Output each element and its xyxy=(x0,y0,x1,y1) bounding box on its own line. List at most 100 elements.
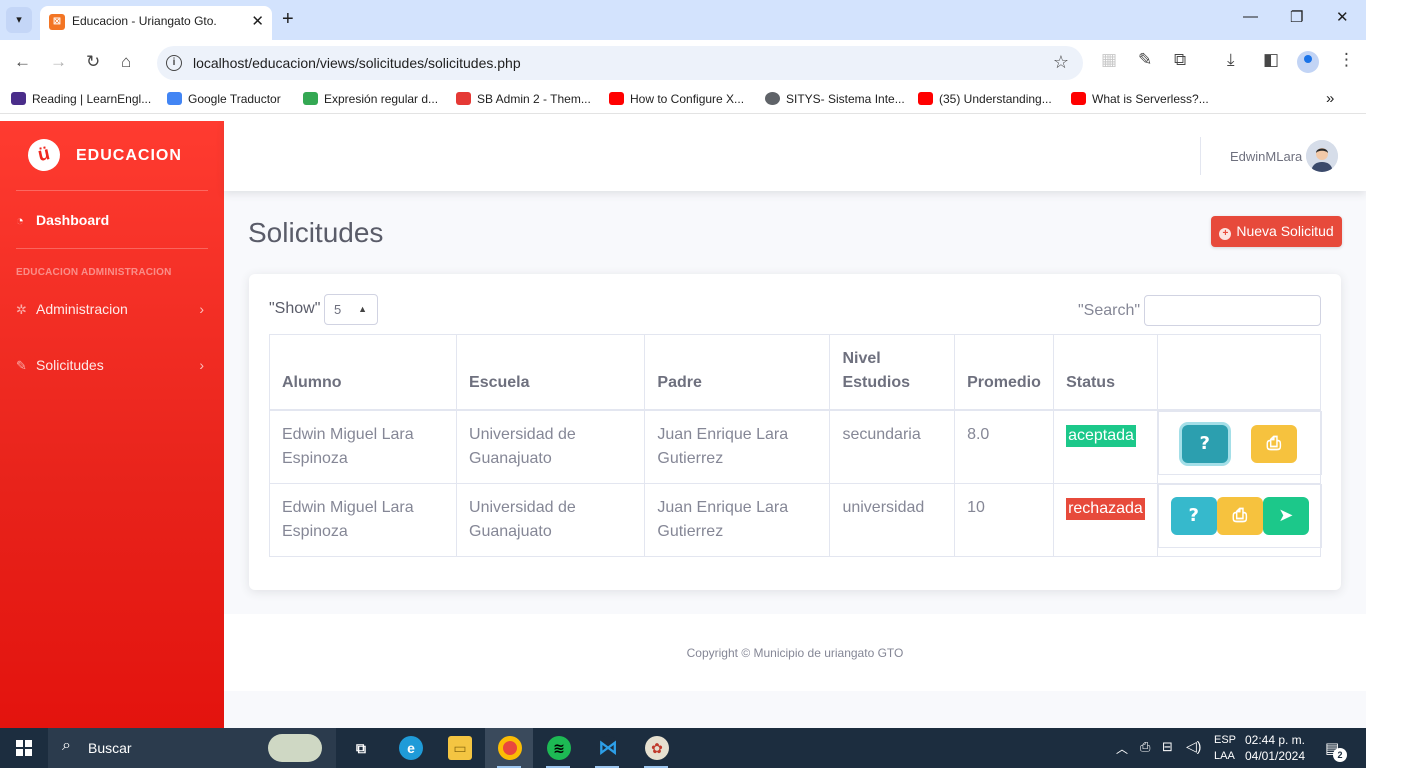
laugh-wink-icon: ü xyxy=(25,136,63,174)
button-label: Nueva Solicitud xyxy=(1236,223,1334,239)
print-button[interactable]: ⎙ xyxy=(1250,425,1297,463)
tray-chevron-up-icon[interactable]: ︿ xyxy=(1116,740,1128,768)
bookmark-item[interactable]: What is Serverless?... xyxy=(1071,92,1209,106)
topbar-divider xyxy=(1200,137,1201,175)
cell-nivel: secundaria xyxy=(829,409,956,484)
help-button[interactable]: ? xyxy=(1181,425,1228,463)
bookmark-item[interactable]: SITYS- Sistema Inte... xyxy=(765,92,905,106)
paint-taskbar-button[interactable]: ✿ xyxy=(632,728,680,768)
extension-icon[interactable]: ▦ xyxy=(1101,50,1117,70)
sidebar-item-label: Solicitudes xyxy=(36,357,104,373)
reload-icon[interactable]: ↻ xyxy=(86,52,100,72)
profile-avatar-icon[interactable] xyxy=(1297,51,1319,73)
clock-time: 02:44 p. m. xyxy=(1244,733,1306,747)
tab-search-button[interactable]: ▾ xyxy=(6,7,32,33)
help-button[interactable]: ? xyxy=(1170,497,1217,535)
chrome-taskbar-button[interactable] xyxy=(485,728,533,768)
print-button[interactable]: ⎙ xyxy=(1216,497,1263,535)
spotify-taskbar-button[interactable]: ≋ xyxy=(534,728,582,768)
sidebar-item-administracion[interactable]: ✲ Administracion › xyxy=(16,301,208,325)
close-window-button[interactable]: ✕ xyxy=(1336,8,1349,26)
task-view-button[interactable]: ⧉ xyxy=(336,728,384,768)
sidebar-item-solicitudes[interactable]: ✎ Solicitudes › xyxy=(16,357,208,381)
more-bookmarks-icon[interactable]: » xyxy=(1326,90,1334,107)
send-button[interactable]: ➤ xyxy=(1262,497,1309,535)
column-header-padre[interactable]: Padre xyxy=(644,334,831,411)
language-indicator[interactable]: ESP LAA xyxy=(1214,732,1236,768)
forward-arrow-icon[interactable]: → xyxy=(50,52,67,72)
language-code: ESP xyxy=(1214,734,1237,746)
bookmarks-bar: Reading | LearnEngl... Google Traductor … xyxy=(0,86,1366,114)
vscode-taskbar-button[interactable]: ⋈ xyxy=(583,728,631,768)
restore-button[interactable]: ❐ xyxy=(1290,8,1303,26)
gear-icon: ✲ xyxy=(16,302,27,317)
browser-window: ▾ ⊠ Educacion - Uriangato Gto. ✕ + — ❐ ✕… xyxy=(0,0,1366,728)
task-view-icon: ⧉ xyxy=(356,740,366,756)
search-highlight-image xyxy=(268,734,322,762)
network-icon[interactable]: ⊟ xyxy=(1162,739,1173,768)
solicitudes-table: Alumno Escuela Padre Nivel Estudios Prom… xyxy=(268,334,1322,557)
copyright-text: Copyright © Municipio de uriangato GTO xyxy=(686,646,904,660)
keyboard-layout: LAA xyxy=(1214,750,1235,762)
select-caret-icon: ▲ xyxy=(358,304,367,314)
minimize-button[interactable]: — xyxy=(1243,8,1258,25)
topbar: EdwinMLara xyxy=(224,121,1366,191)
bookmark-favicon-icon xyxy=(456,92,471,105)
site-info-icon[interactable]: i xyxy=(166,55,182,71)
clock[interactable]: 02:44 p. m. 04/01/2024 xyxy=(1240,732,1310,764)
download-icon[interactable]: ⤓ xyxy=(1227,50,1235,70)
extensions-puzzle-icon[interactable]: ⧉ xyxy=(1174,50,1186,70)
taskbar-search-text: Buscar xyxy=(88,740,132,756)
user-avatar[interactable] xyxy=(1306,140,1338,172)
bookmark-item[interactable]: How to Configure X... xyxy=(609,92,744,106)
bookmark-item[interactable]: (35) Understanding... xyxy=(918,92,1052,106)
bookmark-item[interactable]: SB Admin 2 - Them... xyxy=(456,92,591,106)
side-panel-icon[interactable]: ◧ xyxy=(1263,50,1279,70)
column-header-alumno[interactable]: Alumno xyxy=(268,334,458,411)
page-length-value: 5 xyxy=(334,302,342,317)
cell-actions: ? ⎙ xyxy=(1156,409,1322,484)
bookmark-favicon-icon xyxy=(303,92,318,105)
status-badge: rechazada xyxy=(1066,498,1145,520)
taskbar-search[interactable]: ⌕ Buscar xyxy=(48,728,336,768)
xampp-favicon-icon: ⊠ xyxy=(49,14,65,30)
chrome-icon xyxy=(498,736,522,760)
url-text[interactable]: localhost/educacion/views/solicitudes/so… xyxy=(193,55,521,71)
edge-taskbar-button[interactable]: e xyxy=(386,728,434,768)
youtube-icon xyxy=(918,92,933,105)
tray-device-icon[interactable]: ⎙ xyxy=(1140,739,1150,768)
sidebar-item-label: Administracion xyxy=(36,301,128,317)
cell-padre: Juan Enrique Lara Gutierrez xyxy=(644,409,831,484)
home-icon[interactable]: ⌂ xyxy=(121,52,131,72)
bookmark-item[interactable]: Reading | LearnEngl... xyxy=(11,92,151,106)
bookmark-item[interactable]: Google Traductor xyxy=(167,92,281,106)
sidebar: ü EDUCACION ◔ Dashboard EDUCACION ADMINIS… xyxy=(0,121,224,728)
close-tab-icon[interactable]: ✕ xyxy=(251,12,264,30)
menu-kebab-icon[interactable]: ⋮ xyxy=(1338,50,1355,70)
column-header-escuela[interactable]: Escuela xyxy=(456,334,646,411)
back-arrow-icon[interactable]: ← xyxy=(14,52,31,72)
volume-icon[interactable]: ◁) xyxy=(1186,738,1201,768)
windows-start-icon[interactable] xyxy=(16,740,32,756)
eyedropper-icon[interactable]: ✎ xyxy=(1138,50,1152,70)
username[interactable]: EdwinMLara xyxy=(1230,149,1302,164)
cell-actions: ? ⎙ ➤ xyxy=(1156,483,1322,557)
nueva-solicitud-button[interactable]: + Nueva Solicitud xyxy=(1211,216,1342,247)
column-header-promedio[interactable]: Promedio xyxy=(954,334,1055,411)
new-tab-button[interactable]: + xyxy=(282,7,294,31)
page-length-select[interactable]: 5 ▲ xyxy=(324,294,378,325)
edge-icon: e xyxy=(399,736,423,760)
brand-text: EDUCACION xyxy=(76,147,182,164)
explorer-taskbar-button[interactable]: ▭ xyxy=(435,728,483,768)
column-header-nivel[interactable]: Nivel Estudios xyxy=(829,334,956,411)
vscode-icon: ⋈ xyxy=(596,736,620,760)
page-viewport: ü EDUCACION ◔ Dashboard EDUCACION ADMINIS… xyxy=(0,121,1366,728)
column-header-status[interactable]: Status xyxy=(1053,334,1158,411)
browser-tab-active[interactable]: ⊠ Educacion - Uriangato Gto. ✕ xyxy=(40,6,272,40)
search-icon: ⌕ xyxy=(62,737,71,754)
sidebar-item-dashboard[interactable]: ◔ Dashboard xyxy=(16,212,208,236)
bookmark-item[interactable]: Expresión regular d... xyxy=(303,92,438,106)
bookmark-star-icon[interactable]: ☆ xyxy=(1053,52,1069,73)
search-input[interactable] xyxy=(1144,295,1321,326)
address-bar[interactable]: i localhost/educacion/views/solicitudes/… xyxy=(157,46,1083,80)
